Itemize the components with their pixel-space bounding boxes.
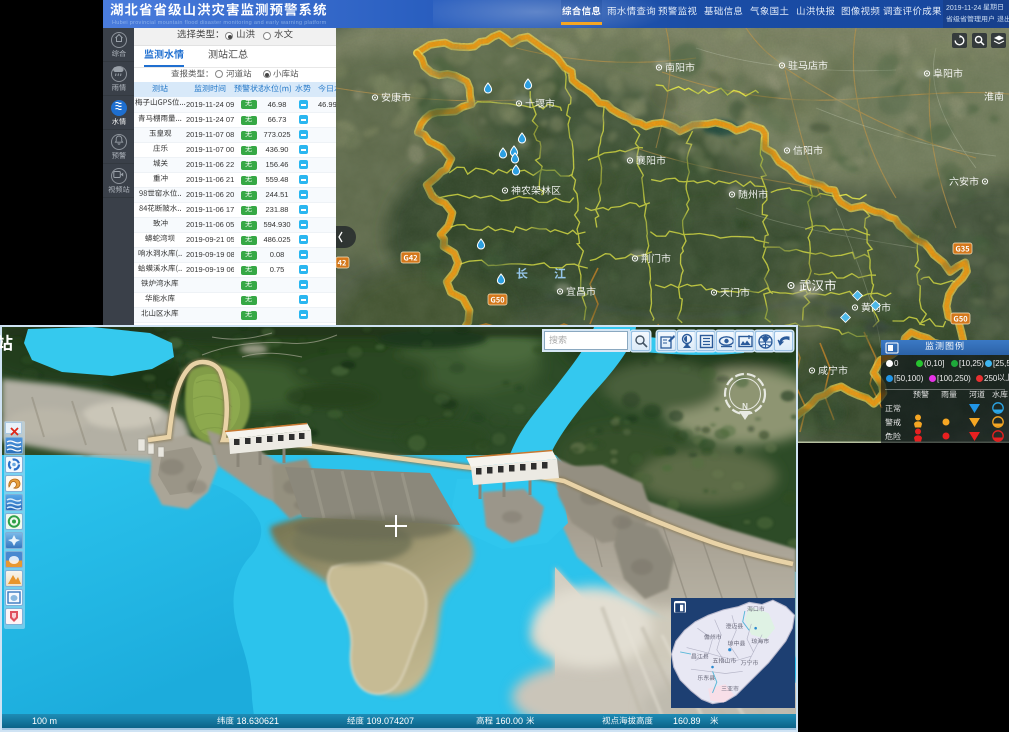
svg-text:N: N [742,402,748,411]
